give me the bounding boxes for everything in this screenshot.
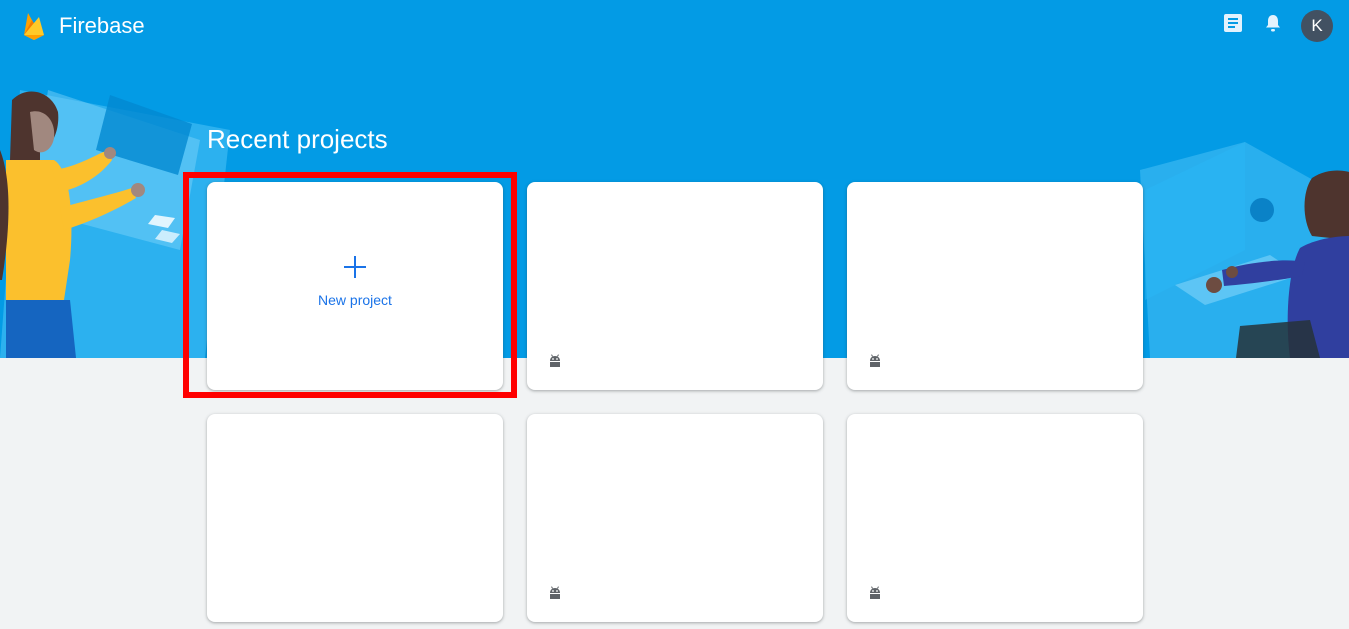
project-card[interactable] — [527, 182, 823, 390]
top-app-bar: Firebase K — [0, 0, 1349, 52]
android-icon — [550, 354, 560, 367]
plus-icon — [344, 255, 366, 278]
android-icon — [870, 586, 880, 599]
new-project-content: New project — [207, 182, 503, 390]
project-card[interactable] — [527, 414, 823, 622]
project-card[interactable] — [847, 182, 1143, 390]
new-project-label: New project — [318, 291, 392, 308]
docs-icon — [1224, 14, 1242, 32]
section-title: Recent projects — [207, 124, 388, 154]
notifications-button[interactable] — [1261, 11, 1285, 35]
project-card[interactable] — [207, 414, 503, 622]
android-icon — [870, 354, 880, 367]
new-project-card[interactable]: New project — [207, 182, 503, 390]
bell-icon — [1266, 15, 1280, 32]
account-avatar[interactable]: K — [1301, 10, 1333, 42]
project-card[interactable] — [847, 414, 1143, 622]
docs-button[interactable] — [1221, 11, 1245, 35]
firebase-flame-icon — [24, 13, 44, 40]
android-icon — [550, 586, 560, 599]
brand[interactable]: Firebase — [22, 10, 145, 42]
app-title: Firebase — [59, 13, 145, 38]
projects-grid: New project — [207, 182, 1143, 622]
